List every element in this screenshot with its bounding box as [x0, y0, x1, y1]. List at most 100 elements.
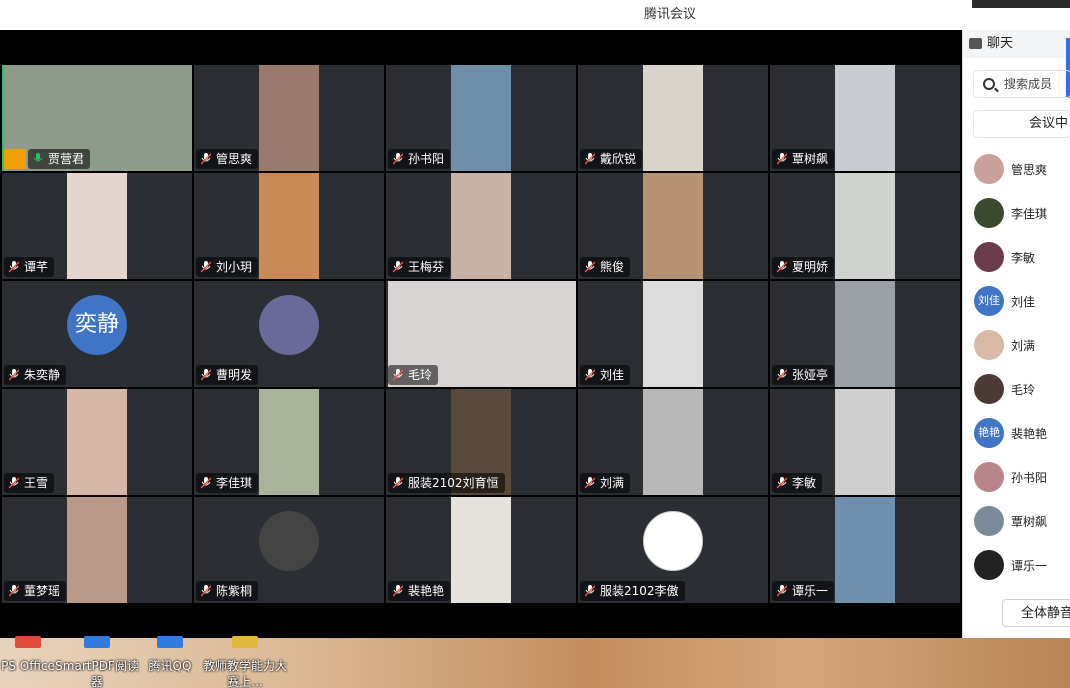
- chat-icon: [969, 38, 982, 49]
- participant-name-tag: 毛玲: [388, 365, 439, 385]
- participant-tile[interactable]: 刘佳: [578, 281, 768, 387]
- mic-muted-icon: [777, 585, 787, 597]
- participant-name-tag: 刘小玥: [196, 257, 259, 277]
- participant-tile[interactable]: 陈紫桐: [194, 497, 384, 603]
- participant-video: [259, 65, 319, 171]
- mic-muted-icon: [393, 369, 403, 381]
- participant-name: 陈紫桐: [216, 584, 253, 598]
- participant-video: [67, 173, 127, 279]
- participant-tile[interactable]: 覃树飙: [770, 65, 960, 171]
- avatar: [974, 330, 1004, 360]
- participant-name: 谭乐一: [792, 584, 829, 598]
- member-list-item[interactable]: 毛玲: [963, 370, 1070, 410]
- chat-tab-label: 聊天: [987, 36, 1014, 51]
- participant-name: 李敏: [792, 476, 817, 490]
- participant-video: [835, 65, 895, 171]
- participant-tile[interactable]: 夏明娇: [770, 173, 960, 279]
- participant-tile[interactable]: 熊俊: [578, 173, 768, 279]
- participant-tile[interactable]: 李敏: [770, 389, 960, 495]
- participant-name: 孙书阳: [408, 152, 445, 166]
- participant-tile[interactable]: 王梅芬: [386, 173, 576, 279]
- participant-name-tag: 夏明娇: [772, 257, 835, 277]
- participant-tile[interactable]: 王雪: [2, 389, 192, 495]
- mute-all-button[interactable]: 全体静音: [1002, 599, 1070, 627]
- participant-tile[interactable]: 李佳琪: [194, 389, 384, 495]
- participant-name: 朱奕静: [24, 368, 61, 382]
- participant-tile[interactable]: 裴艳艳: [386, 497, 576, 603]
- member-list-item[interactable]: 覃树飙: [963, 502, 1070, 542]
- participant-tile[interactable]: 张娅亭: [770, 281, 960, 387]
- avatar: 刘佳: [974, 286, 1004, 316]
- mic-muted-icon: [585, 477, 595, 489]
- participant-tile[interactable]: 刘小玥: [194, 173, 384, 279]
- participant-video: [643, 389, 703, 495]
- member-list-item[interactable]: 李佳琪: [963, 194, 1070, 234]
- participant-tile[interactable]: 董梦瑶: [2, 497, 192, 603]
- member-name: 李佳琪: [1011, 207, 1048, 221]
- participant-tile[interactable]: 贾营君: [2, 65, 192, 171]
- participant-tile[interactable]: 戴欣锐: [578, 65, 768, 171]
- member-list-item[interactable]: 李敏: [963, 238, 1070, 278]
- participant-tile[interactable]: 刘满: [578, 389, 768, 495]
- chat-tab[interactable]: 聊天: [963, 30, 1070, 58]
- participant-tile[interactable]: 服装2102李傲: [578, 497, 768, 603]
- participant-avatar: [259, 295, 319, 355]
- participant-tile[interactable]: 曹明发: [194, 281, 384, 387]
- mic-muted-icon: [585, 585, 595, 597]
- shortcut-label: SmartPDF阅读器: [55, 659, 139, 688]
- participant-tile[interactable]: 孙书阳: [386, 65, 576, 171]
- window-control-strip[interactable]: [972, 0, 1070, 8]
- avatar: [974, 374, 1004, 404]
- app-icon: [157, 636, 183, 648]
- avatar: [974, 462, 1004, 492]
- participant-name: 曹明发: [216, 368, 253, 382]
- member-list-item[interactable]: 孙书阳: [963, 458, 1070, 498]
- participant-name: 李佳琪: [216, 476, 253, 490]
- search-icon: [983, 78, 995, 90]
- member-name: 李敏: [1011, 251, 1036, 265]
- participant-name: 管思爽: [216, 152, 253, 166]
- mic-muted-icon: [393, 585, 403, 597]
- participant-name: 刘佳: [600, 368, 625, 382]
- participant-name: 夏明娇: [792, 260, 829, 274]
- mic-muted-icon: [393, 261, 403, 273]
- participant-tile[interactable]: 谭芊: [2, 173, 192, 279]
- member-name: 裴艳艳: [1011, 427, 1048, 441]
- participant-video: [835, 497, 895, 603]
- mic-muted-icon: [777, 477, 787, 489]
- mic-muted-icon: [777, 153, 787, 165]
- participant-name-tag: 服装2102李傲: [580, 581, 685, 601]
- participant-name: 毛玲: [408, 368, 433, 382]
- avatar: [974, 506, 1004, 536]
- member-list-item[interactable]: 刘佳 刘佳: [963, 282, 1070, 322]
- participant-name: 王雪: [24, 476, 49, 490]
- participant-name: 王梅芬: [408, 260, 445, 274]
- participant-tile[interactable]: 奕静 朱奕静: [2, 281, 192, 387]
- mic-muted-icon: [201, 369, 211, 381]
- participant-name: 刘小玥: [216, 260, 253, 274]
- participant-name-tag: 刘满: [580, 473, 631, 493]
- member-list-item[interactable]: 刘满: [963, 326, 1070, 366]
- member-sidebar: 聊天 搜索成员 会议中 管思爽李佳琪李敏刘佳 刘佳 刘满 毛玲 艳艳 裴艳艳 孙书阳 覃树飙谭…: [962, 30, 1070, 638]
- member-list-item[interactable]: 谭乐一: [963, 546, 1070, 586]
- participant-avatar: 奕静: [67, 295, 127, 355]
- participant-name: 刘满: [600, 476, 625, 490]
- participant-tile[interactable]: 服装2102刘育恒: [386, 389, 576, 495]
- participant-tile[interactable]: 谭乐一: [770, 497, 960, 603]
- participant-name-tag: 孙书阳: [388, 149, 451, 169]
- member-list-item[interactable]: 艳艳 裴艳艳: [963, 414, 1070, 454]
- mic-muted-icon: [201, 261, 211, 273]
- mic-muted-icon: [9, 369, 19, 381]
- participant-name-tag: 朱奕静: [4, 365, 67, 385]
- participant-avatar: [259, 511, 319, 571]
- member-search-input[interactable]: 搜索成员: [973, 70, 1070, 98]
- participant-name: 服装2102刘育恒: [408, 476, 499, 490]
- member-list-item[interactable]: 管思爽: [963, 150, 1070, 190]
- participant-tile[interactable]: 毛玲: [386, 281, 576, 387]
- in-meeting-filter[interactable]: 会议中: [973, 110, 1070, 138]
- participant-video: [643, 173, 703, 279]
- participant-name-tag: 管思爽: [196, 149, 259, 169]
- participant-name-tag: 服装2102刘育恒: [388, 473, 505, 493]
- participant-video: [451, 173, 511, 279]
- participant-tile[interactable]: 管思爽: [194, 65, 384, 171]
